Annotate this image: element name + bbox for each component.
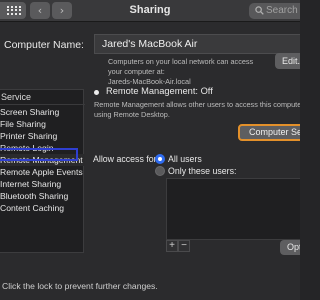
title-bar: ‹ › Sharing Search	[0, 0, 300, 22]
users-list[interactable]	[166, 178, 300, 240]
computer-settings-button[interactable]: Computer Settings...	[238, 124, 300, 141]
search-field[interactable]: Search	[249, 3, 300, 19]
search-placeholder: Search	[266, 5, 298, 16]
remote-management-status: Remote Management: Off	[106, 86, 213, 96]
all-users-label: All users	[168, 154, 202, 164]
network-access-text: Computers on your local network can acce…	[108, 57, 254, 76]
service-item[interactable]: Printer Sharing	[0, 130, 85, 142]
service-item[interactable]: Remote Apple Events	[0, 166, 85, 178]
remove-user-button[interactable]: −	[178, 240, 190, 252]
only-these-users-radio[interactable]	[155, 166, 165, 176]
computer-name-field[interactable]: Jared's MacBook Air	[94, 34, 300, 54]
options-button[interactable]: Options...	[280, 240, 300, 255]
computer-name-value: Jared's MacBook Air	[102, 38, 198, 50]
selection-highlight-box	[0, 148, 78, 161]
search-icon	[255, 6, 264, 15]
service-item[interactable]: Screen Sharing	[0, 106, 85, 118]
allow-access-label: Allow access for:	[93, 154, 159, 164]
service-list: Service Screen Sharing File Sharing Prin…	[0, 89, 85, 253]
only-these-users-label: Only these users:	[168, 166, 237, 176]
service-list-header: Service	[0, 90, 85, 105]
lock-message: Click the lock to prevent further change…	[2, 281, 158, 291]
all-users-radio[interactable]	[155, 154, 165, 164]
service-item[interactable]: Internet Sharing	[0, 178, 85, 190]
edit-button[interactable]: Edit...	[275, 53, 300, 69]
service-item[interactable]: Bluetooth Sharing	[0, 190, 85, 202]
computer-name-description: Computers on your local network can acce…	[108, 57, 268, 87]
status-indicator-icon	[94, 90, 99, 95]
computer-name-label: Computer Name:	[4, 39, 84, 51]
add-user-button[interactable]: +	[166, 240, 178, 252]
sharing-window: ‹ › Sharing Search Computer Name: Jared'…	[0, 0, 300, 300]
service-item[interactable]: Content Caching	[0, 202, 85, 214]
service-item[interactable]: File Sharing	[0, 118, 85, 130]
remote-management-description: Remote Management allows other users to …	[94, 100, 300, 119]
